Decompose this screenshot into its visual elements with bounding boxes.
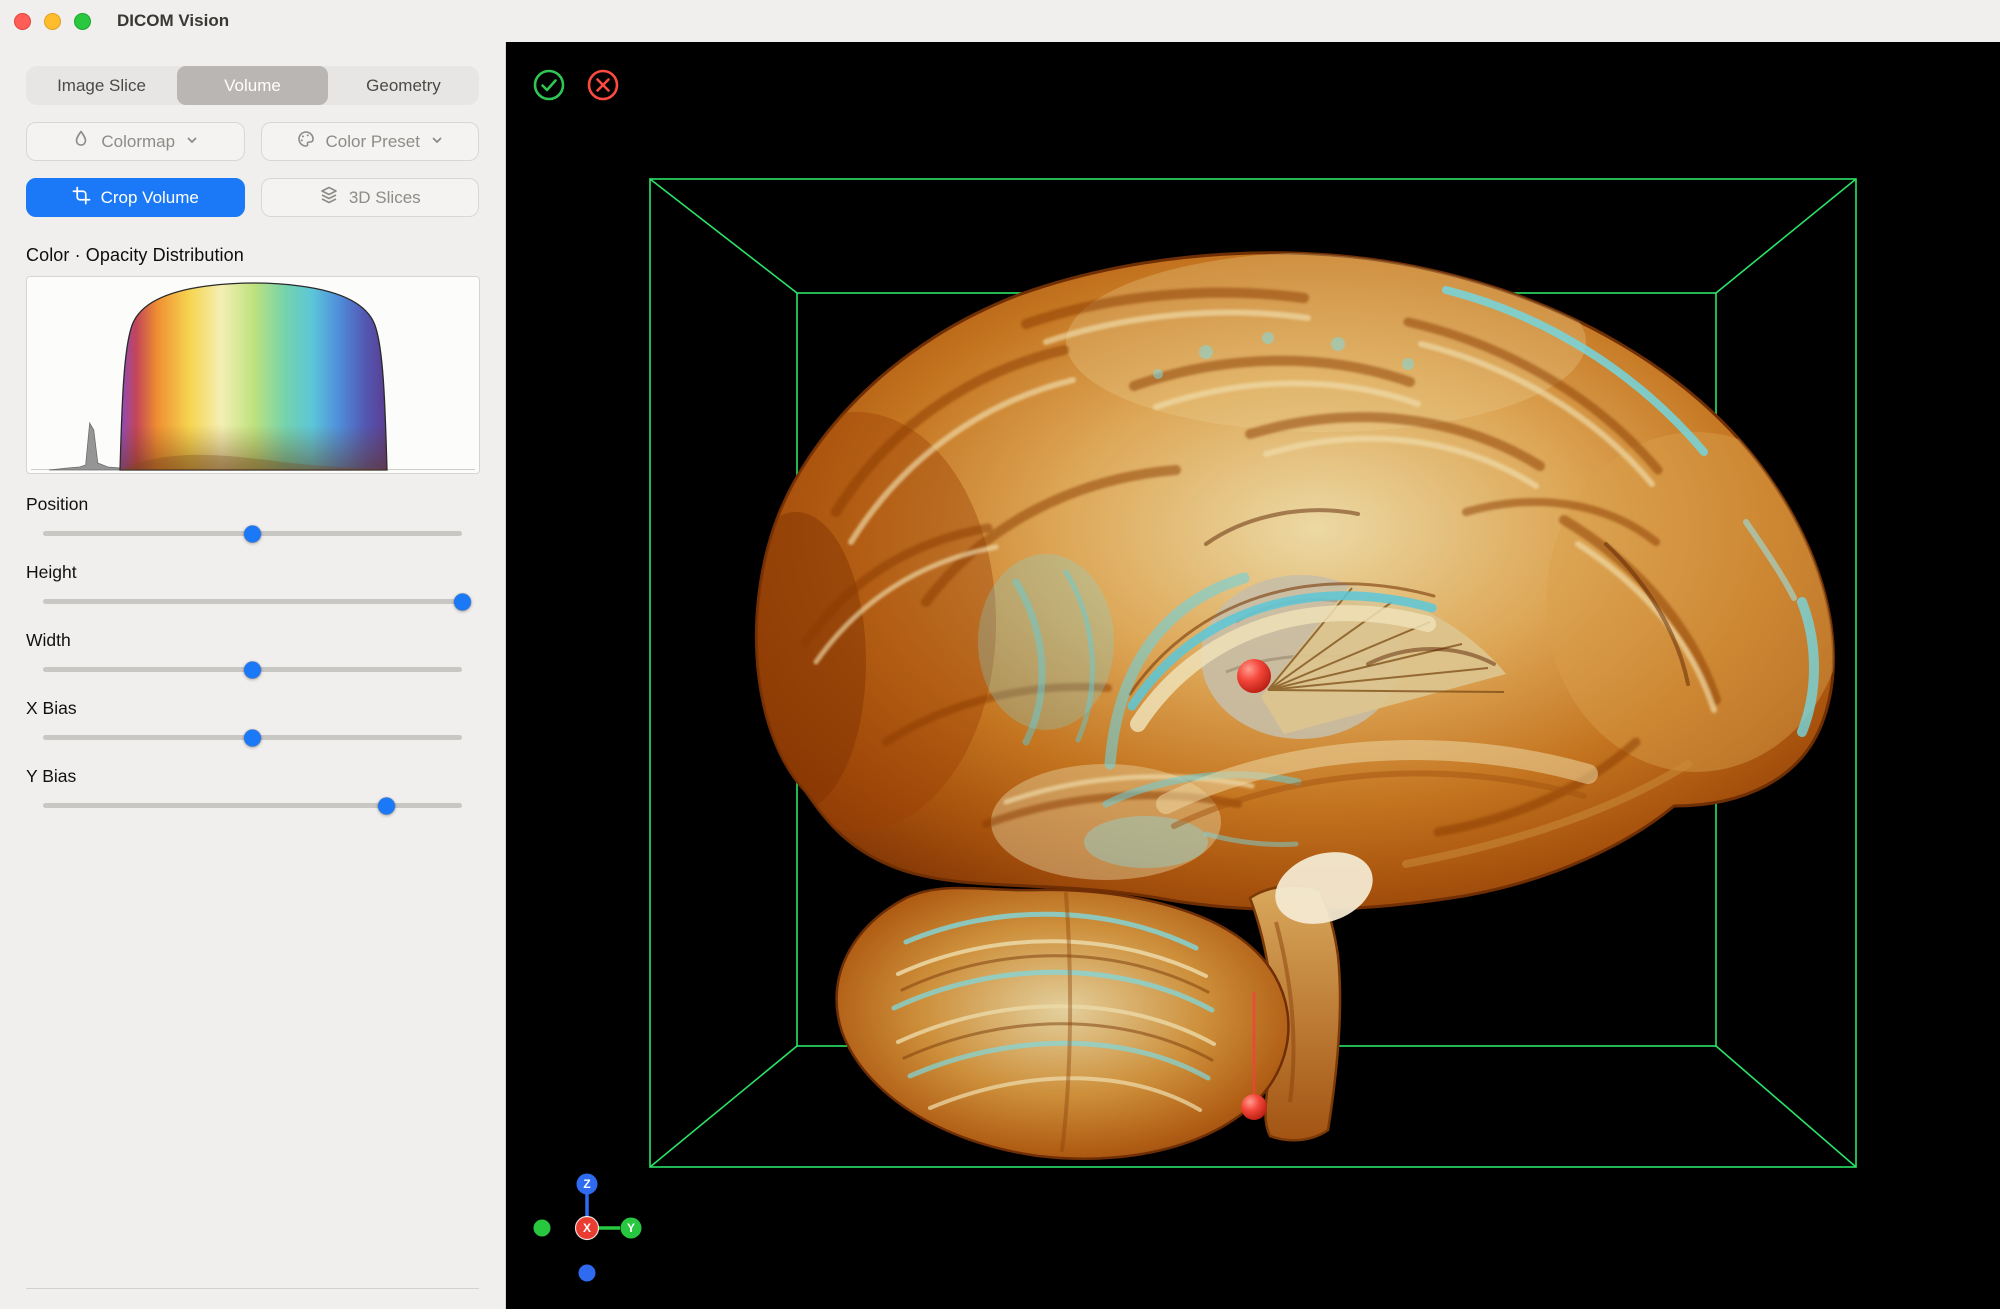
3d-slices-button-label: 3D Slices xyxy=(349,188,421,208)
layers-icon xyxy=(319,185,339,210)
title-bar: DICOM Vision xyxy=(0,0,2000,42)
chevron-down-icon xyxy=(185,132,199,152)
slider-list: Position Height Width X Bias Y Bias xyxy=(26,494,479,808)
slider-thumb-y-bias[interactable] xyxy=(378,797,395,814)
sidebar: Image SliceVolumeGeometry Colormap xyxy=(0,42,506,1309)
sidebar-divider xyxy=(26,1288,479,1289)
close-button[interactable] xyxy=(14,13,31,30)
tab-volume[interactable]: Volume xyxy=(177,66,328,105)
slider-row-position: Position xyxy=(26,494,479,536)
palette-icon xyxy=(296,129,316,154)
slider-thumb-width[interactable] xyxy=(244,661,261,678)
3d-slices-button[interactable]: 3D Slices xyxy=(261,178,480,217)
distribution-canvas xyxy=(27,277,479,473)
crop-volume-button-label: Crop Volume xyxy=(101,188,199,208)
window-title: DICOM Vision xyxy=(117,11,229,31)
axis-neg-y-dot[interactable] xyxy=(534,1220,551,1237)
axis-x-label: X xyxy=(583,1221,591,1235)
slider-label-y-bias: Y Bias xyxy=(26,766,479,787)
slider-track-width[interactable] xyxy=(43,667,462,672)
axis-gizmo[interactable]: Z Y X xyxy=(534,1174,642,1282)
opacity-distribution-editor[interactable] xyxy=(26,276,480,474)
minimize-button[interactable] xyxy=(44,13,61,30)
crop-handle-bottom[interactable] xyxy=(1241,1094,1267,1120)
chevron-down-icon xyxy=(430,132,444,152)
slider-label-position: Position xyxy=(26,494,479,515)
traffic-lights xyxy=(14,13,91,30)
render-viewport[interactable]: Z Y X xyxy=(506,42,2000,1309)
slider-track-x-bias[interactable] xyxy=(43,735,462,740)
crop-icon xyxy=(72,186,91,210)
slider-label-x-bias: X Bias xyxy=(26,698,479,719)
colormap-button[interactable]: Colormap xyxy=(26,122,245,161)
histogram-spike xyxy=(49,423,120,470)
slider-track-y-bias[interactable] xyxy=(43,803,462,808)
axis-y-label: Y xyxy=(627,1221,635,1235)
slider-row-y-bias: Y Bias xyxy=(26,766,479,808)
colormap-button-label: Colormap xyxy=(101,132,175,152)
slider-thumb-position[interactable] xyxy=(244,525,261,542)
slider-label-height: Height xyxy=(26,562,479,583)
color-preset-button-label: Color Preset xyxy=(326,132,420,152)
color-preset-button[interactable]: Color Preset xyxy=(261,122,480,161)
paint-drop-icon xyxy=(71,129,91,154)
3d-scene[interactable]: Z Y X xyxy=(506,42,2000,1309)
brain-volume-render xyxy=(716,252,1846,1159)
crop-handle-center[interactable] xyxy=(1237,659,1271,693)
crop-volume-button[interactable]: Crop Volume xyxy=(26,178,245,217)
tab-image-slice[interactable]: Image Slice xyxy=(26,66,177,105)
slider-track-height[interactable] xyxy=(43,599,462,604)
zoom-button[interactable] xyxy=(74,13,91,30)
slider-row-width: Width xyxy=(26,630,479,672)
slider-row-height: Height xyxy=(26,562,479,604)
slider-row-x-bias: X Bias xyxy=(26,698,479,740)
axis-neg-z-dot[interactable] xyxy=(579,1265,596,1282)
axis-z-label: Z xyxy=(583,1177,590,1191)
slider-track-position[interactable] xyxy=(43,531,462,536)
distribution-section-title: Color · Opacity Distribution xyxy=(26,245,479,266)
slider-label-width: Width xyxy=(26,630,479,651)
slider-thumb-x-bias[interactable] xyxy=(244,729,261,746)
tab-geometry[interactable]: Geometry xyxy=(328,66,479,105)
mode-tabs: Image SliceVolumeGeometry xyxy=(26,66,479,105)
slider-thumb-height[interactable] xyxy=(454,593,471,610)
